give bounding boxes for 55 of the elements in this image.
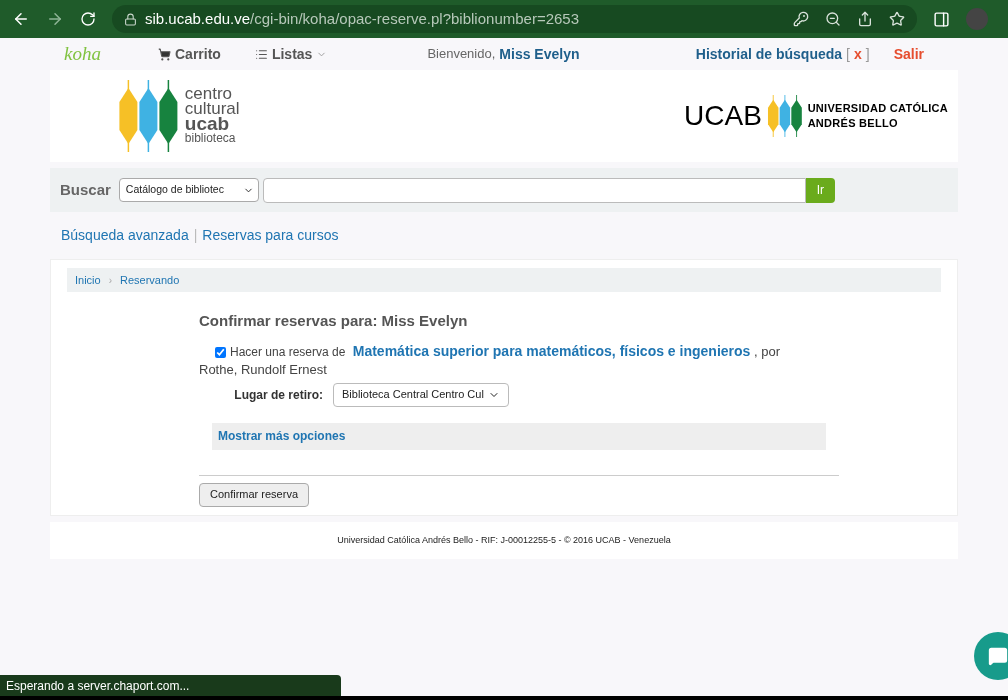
book-title-link[interactable]: Matemática superior para matemáticos, físicos e ingenieros [352,342,751,359]
leaves-logo-icon [765,95,804,137]
logo-text: UNIVERSIDAD CATÓLICA [807,101,948,116]
clear-history-link[interactable]: x [853,43,862,65]
side-panel-icon[interactable] [933,10,950,28]
breadcrumb-link[interactable]: Inicio [75,271,101,289]
user-link[interactable]: Miss Evelyn [499,43,580,65]
more-options-bar[interactable]: Mostrar más opciones [212,422,826,450]
reload-icon[interactable] [80,11,96,27]
search-button[interactable]: Ir [805,177,835,203]
bracket-text: ] [865,44,870,64]
forward-icon[interactable] [46,10,64,28]
welcome-text: Bienvenido, [427,45,496,64]
logo-text: centro [184,86,233,101]
key-icon[interactable] [793,11,809,27]
logo-text: ucab [184,116,230,131]
list-icon [254,47,268,61]
logo-text: biblioteca [184,131,237,146]
back-icon[interactable] [12,10,30,28]
bracket-text: [ [846,44,850,64]
logo-text: cultural [184,101,240,116]
logo-text: ANDRÉS BELLO [807,116,899,131]
separator-text: | [193,226,198,245]
author-text: Rothe, Rundolf Ernest [199,360,328,378]
chat-button[interactable] [974,632,1008,680]
search-label: Buscar [60,179,111,200]
by-text: , por [752,343,780,359]
breadcrumb-link[interactable]: Reservando [120,271,180,289]
cart-button[interactable]: Carrito [158,43,221,65]
hold-prefix-text: Hacer una reserva de [230,344,347,359]
status-text: Esperando a server.chaport.com... [6,677,190,695]
footer-text: Universidad Católica Andrés Bello - RIF: J-00012255-5 - © 2016 UCAB - Venezuela [337,533,671,547]
address-bar[interactable]: sib.ucab.edu.ve/cgi-bin/koha/opac-reserve.pl?biblionumber=2653 [112,5,917,33]
hold-heading: Confirmar reservas para: Miss Evelyn [199,311,469,331]
share-icon[interactable] [857,11,873,27]
catalog-select[interactable]: Catálogo de bibliotec [118,178,259,202]
separator-text: › [108,273,113,288]
lists-button[interactable]: Listas [254,43,328,65]
url-path: /cgi-bin/koha/opac-reserve.pl?biblionumber=2653 [250,9,580,27]
logout-link[interactable]: Salir [893,43,924,65]
logo-text: UCAB [684,99,762,133]
advanced-search-link[interactable]: Búsqueda avanzada [61,225,189,246]
chat-icon [988,646,1008,666]
search-history-link[interactable]: Historial de búsqueda [695,43,843,65]
course-reserves-link[interactable]: Reservas para cursos [202,225,339,246]
confirm-hold-button[interactable]: Confirmar reserva [199,482,310,507]
cart-icon [158,47,171,61]
pickup-label: Lugar de retiro: [233,386,324,404]
bookmark-icon[interactable] [889,11,905,27]
zoom-icon[interactable] [825,11,841,27]
hold-checkbox[interactable] [215,346,226,358]
url-host: sib.ucab.edu.ve [145,9,251,27]
lock-icon [124,12,137,26]
search-field[interactable] [262,177,806,203]
pickup-select[interactable]: Biblioteca Central Centro Cul [333,382,509,407]
